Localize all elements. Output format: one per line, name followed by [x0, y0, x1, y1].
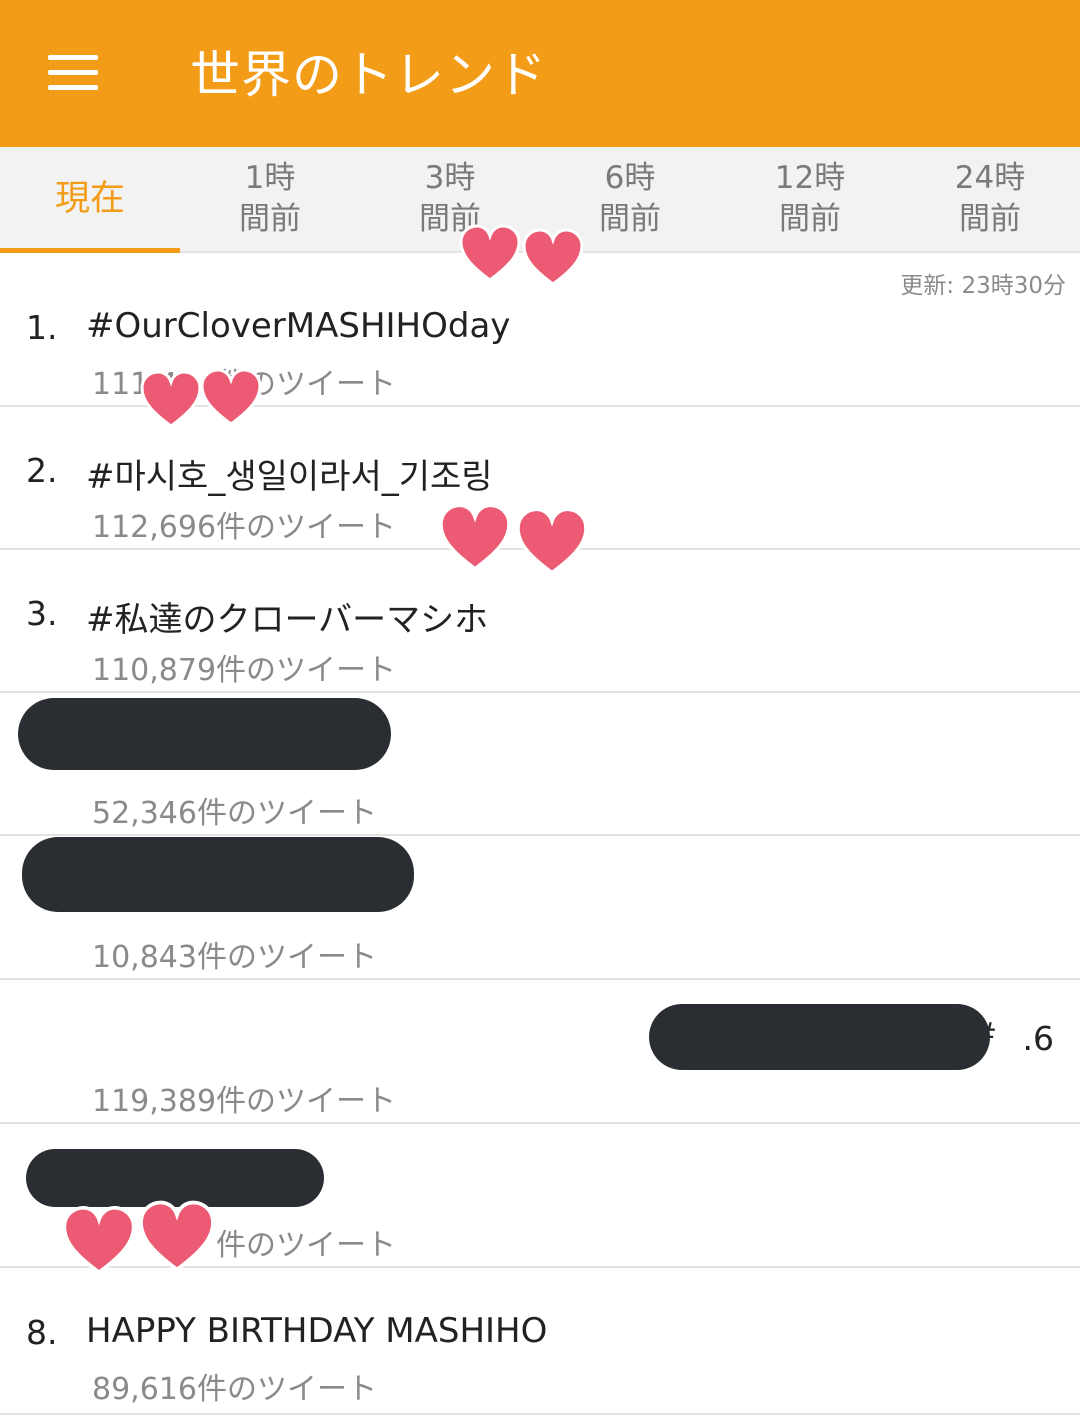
redaction-mark [26, 1149, 324, 1207]
redaction-mark [18, 698, 391, 770]
tweet-count: 112,696件のツイート [92, 510, 397, 545]
tweet-count: 110,879件のツイート [92, 653, 397, 688]
trend-name: #마시호_생일이라서_기조링 [86, 457, 493, 497]
trend-name: #OurCloverMASHIHOday [86, 306, 511, 346]
trend-rank: 3. [26, 594, 58, 633]
tweet-count: 10,843件のツイート [92, 940, 377, 975]
tab-label: 6時 間前 [599, 160, 661, 237]
trend-rank: .6 [1022, 1019, 1055, 1058]
heart-icon [516, 507, 588, 575]
tab-label: 24時 間前 [954, 160, 1026, 237]
heart-icon [200, 368, 262, 426]
tab-1h-ago[interactable]: 1時 間前 [180, 147, 360, 251]
tweet-count: 119,389件のツイート [92, 1084, 397, 1119]
heart-icon [439, 503, 511, 571]
trend-rank: 2. [26, 451, 58, 490]
tab-label: 1時 間前 [239, 160, 301, 237]
tab-now[interactable]: 現在 [0, 147, 180, 253]
menu-icon[interactable] [48, 55, 98, 91]
tab-label: 現在 [54, 178, 125, 219]
page-title: 世界のトレンド [190, 46, 547, 104]
tweet-count: 件のツイート [216, 1228, 396, 1263]
heart-icon [459, 224, 521, 282]
trend-row[interactable]: # .6 119,389件のツイート [0, 981, 1080, 1124]
heart-icon [522, 228, 584, 286]
heart-icon [62, 1205, 136, 1275]
redaction-mark [649, 1004, 990, 1070]
trend-rank: 8. [26, 1313, 58, 1352]
tweet-count: 89,616件のツイート [92, 1372, 377, 1407]
trend-row[interactable]: 10,843件のツイート [0, 837, 1080, 980]
tab-24h-ago[interactable]: 24時 間前 [900, 147, 1080, 251]
heart-icon [139, 1200, 215, 1272]
tab-label: 12時 間前 [774, 160, 846, 237]
trend-name: HAPPY BIRTHDAY MASHIHO [86, 1311, 548, 1351]
trend-rank: 1. [26, 308, 58, 347]
app-bar: 世界のトレンド [0, 0, 1080, 147]
trend-row[interactable]: 8. HAPPY BIRTHDAY MASHIHO 89,616件のツイート [0, 1269, 1080, 1415]
tweet-count: 52,346件のツイート [92, 796, 377, 831]
redaction-mark [22, 837, 414, 912]
heart-icon [140, 370, 202, 428]
trend-row[interactable]: 52,346件のツイート [0, 693, 1080, 836]
tab-12h-ago[interactable]: 12時 間前 [720, 147, 900, 251]
trend-name: #私達のクローバーマシホ [86, 600, 489, 640]
